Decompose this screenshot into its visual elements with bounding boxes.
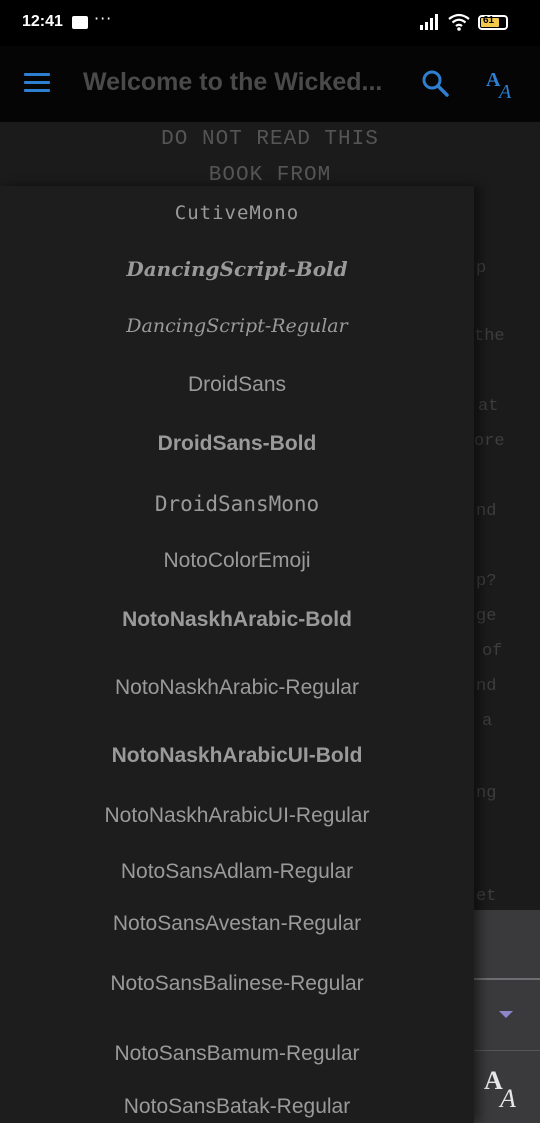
book-text-fragment: ge (476, 607, 497, 626)
wifi-icon (448, 13, 470, 31)
book-heading-line: DO NOT READ THIS (161, 128, 379, 151)
book-text-fragment: of (482, 642, 503, 661)
book-text-fragment: p? (476, 572, 497, 591)
book-text-fragment: ore (474, 432, 505, 451)
font-option-droidsansmono[interactable]: DroidSansMono (0, 492, 474, 516)
book-text-fragment: nd (476, 677, 497, 696)
search-icon[interactable] (420, 68, 450, 98)
menu-button[interactable] (24, 72, 52, 94)
font-option-notonaskharabic-bold[interactable]: NotoNaskhArabic-Bold (0, 608, 474, 632)
font-option-droidsans[interactable]: DroidSans (0, 373, 474, 397)
font-option-notonaskharabicui-regular[interactable]: NotoNaskhArabicUI-Regular (0, 804, 474, 828)
book-text-fragment: et (476, 887, 497, 906)
book-text-fragment: ng (476, 784, 497, 803)
battery-icon: 61 (478, 15, 508, 30)
book-heading: DO NOT READ THIS BOOK FROM (120, 122, 420, 194)
book-text-fragment: the (474, 327, 505, 346)
font-option-notocoloremoji[interactable]: NotoColorEmoji (0, 549, 474, 573)
book-text-fragment: a (482, 712, 493, 731)
font-option-notosansbatak-regular[interactable]: NotoSansBatak-Regular (0, 1095, 474, 1119)
book-text-fragment: p (476, 259, 487, 278)
font-option-notosansadlam-regular[interactable]: NotoSansAdlam-Regular (0, 860, 474, 884)
book-text-fragment: at (478, 397, 499, 416)
font-selection-menu: CutiveMono DancingScript-Bold DancingScr… (0, 186, 474, 1123)
font-size-icon[interactable]: A A (480, 1063, 528, 1111)
svg-text:A: A (498, 1084, 516, 1111)
font-option-droidsans-bold[interactable]: DroidSans-Bold (0, 432, 474, 456)
svg-text:A: A (497, 81, 512, 102)
divider (474, 978, 540, 980)
font-option-notosansbalinese-regular[interactable]: NotoSansBalinese-Regular (0, 972, 474, 996)
signal-icon (420, 14, 438, 30)
more-notifications-icon: ··· (94, 9, 113, 28)
battery-level: 61 (483, 15, 495, 26)
font-option-dancingscript-bold[interactable]: DancingScript-Bold (0, 257, 474, 281)
chevron-down-icon[interactable] (499, 1011, 513, 1018)
message-icon (72, 16, 88, 29)
status-bar: 12:41 ··· 61 (0, 0, 540, 46)
page-title: Welcome to the Wicked... (83, 68, 383, 96)
app-bar: Welcome to the Wicked... A A (0, 46, 540, 122)
font-option-notonaskharabicui-bold[interactable]: NotoNaskhArabicUI-Bold (0, 744, 474, 768)
font-option-notosansavestan-regular[interactable]: NotoSansAvestan-Regular (0, 912, 474, 936)
book-text-fragment: nd (476, 502, 497, 521)
font-option-notonaskharabic-regular[interactable]: NotoNaskhArabic-Regular (0, 676, 474, 700)
font-option-cutivemono[interactable]: CutiveMono (0, 202, 474, 224)
font-size-icon[interactable]: A A (484, 66, 520, 102)
status-time: 12:41 (22, 13, 63, 30)
font-option-notosansbamum-regular[interactable]: NotoSansBamum-Regular (0, 1042, 474, 1066)
font-option-dancingscript-regular[interactable]: DancingScript-Regular (0, 315, 474, 337)
divider (474, 1050, 540, 1051)
